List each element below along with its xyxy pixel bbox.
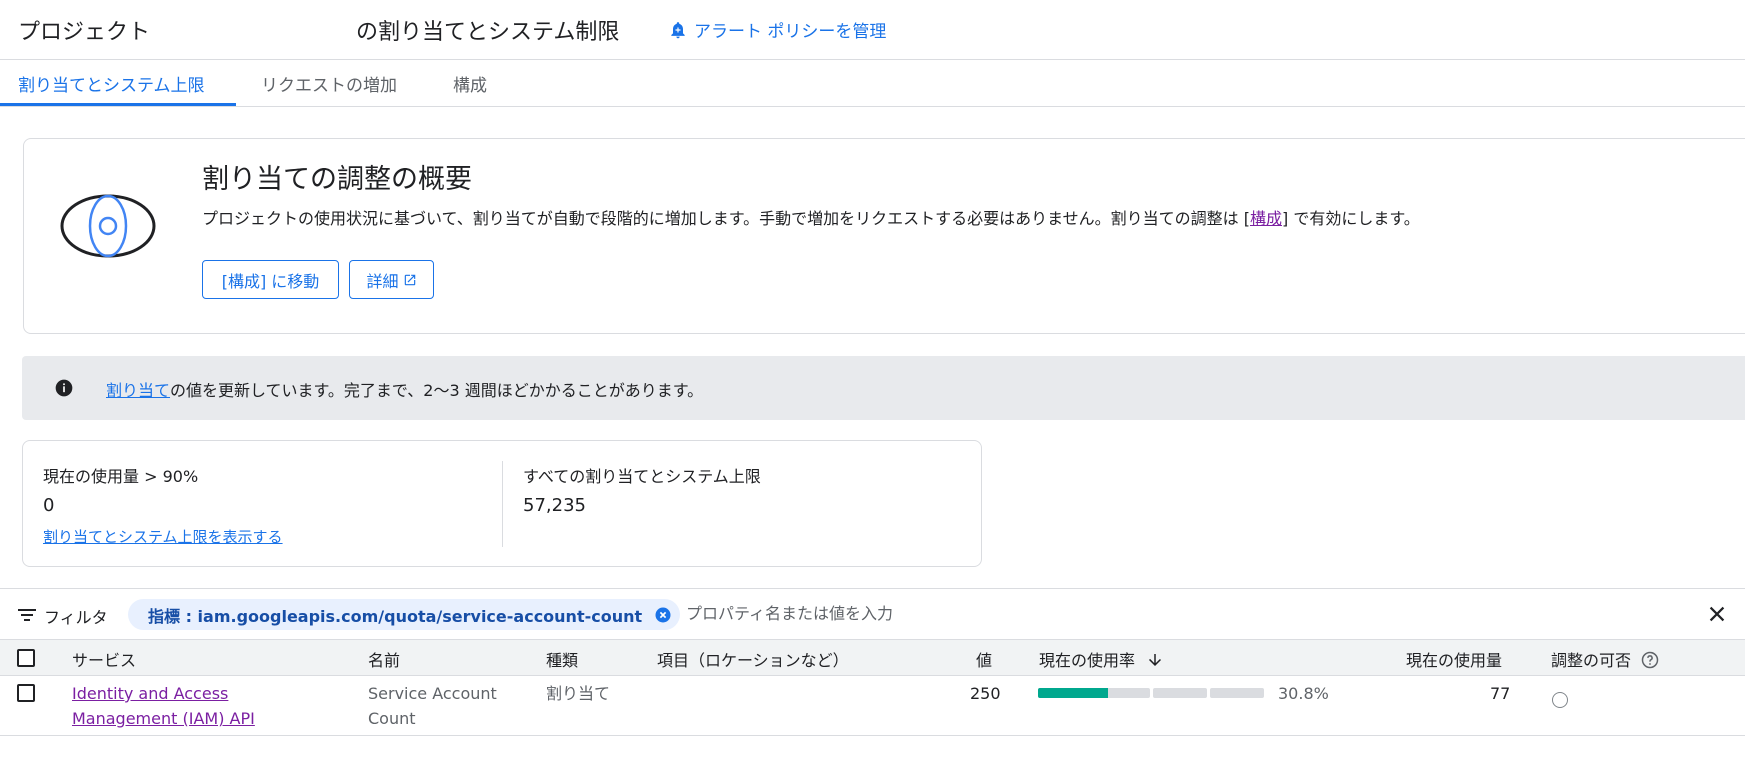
page-title: の割り当てとシステム制限 xyxy=(356,20,620,45)
sort-descending-icon[interactable] xyxy=(1146,651,1164,669)
info-banner-text: の値を更新しています。完了まで、2〜3 週間ほどかかることがあります。 xyxy=(170,381,704,400)
quota-name-line2: Count xyxy=(368,709,416,728)
current-usage-value: 77 xyxy=(1490,684,1511,703)
column-header-adjustable-label: 調整の可否 xyxy=(1551,651,1632,670)
column-header-adjustable[interactable]: 調整の可否 xyxy=(1551,647,1660,671)
overview-description-text-end: ] で有効にします。 xyxy=(1282,209,1420,228)
alert-link-label: アラート ポリシーを管理 xyxy=(694,22,887,42)
table-row: Identity and Access Management (IAM) API… xyxy=(0,676,1745,736)
column-header-current-usage-percent-label: 現在の使用率 xyxy=(1039,651,1136,670)
service-link[interactable]: Identity and Access Management (IAM) API xyxy=(72,681,255,731)
configuration-inline-link[interactable]: 構成 xyxy=(1250,209,1282,228)
close-icon[interactable] xyxy=(1706,603,1728,625)
active-tab-indicator xyxy=(0,103,236,106)
filter-chip-metric[interactable]: 指標 : iam.googleapis.com/quota/service-ac… xyxy=(128,599,681,630)
usage-bar-segment xyxy=(1209,688,1264,698)
quota-adjuster-illustration-icon xyxy=(60,194,156,258)
column-header-value[interactable]: 値 xyxy=(976,647,992,671)
filter-bar: フィルタ 指標 : iam.googleapis.com/quota/servi… xyxy=(0,588,1745,640)
quota-adjuster-overview-card: 割り当ての調整の概要 プロジェクトの使用状況に基づいて、割り当てが自動で段階的に… xyxy=(23,138,1745,334)
row-checkbox[interactable] xyxy=(17,684,35,702)
stats-divider xyxy=(502,461,503,547)
total-quotas-label: すべての割り当てとシステム上限 xyxy=(523,467,761,486)
tab-configuration[interactable]: 構成 xyxy=(453,60,487,107)
total-quotas-value: 57,235 xyxy=(523,495,586,516)
go-to-configuration-label: [構成] に移動 xyxy=(221,271,320,291)
quota-type: 割り当て xyxy=(546,684,611,703)
info-icon xyxy=(55,379,73,397)
quota-inline-link[interactable]: 割り当て xyxy=(106,381,170,400)
usage-over-90-label: 現在の使用量 > 90% xyxy=(43,467,199,486)
column-header-name[interactable]: 名前 xyxy=(368,647,400,671)
overview-title: 割り当ての調整の概要 xyxy=(202,164,472,195)
select-all-checkbox[interactable] xyxy=(17,649,35,667)
tab-increase-requests[interactable]: リクエストの増加 xyxy=(261,60,397,107)
column-header-dimensions[interactable]: 項目（ロケーションなど） xyxy=(657,647,849,671)
adjustable-indicator xyxy=(1552,692,1568,708)
filter-label: フィルタ xyxy=(44,608,108,627)
usage-over-90-value: 0 xyxy=(43,495,55,516)
tab-quotas[interactable]: 割り当てとシステム上限 xyxy=(18,60,205,107)
column-header-service[interactable]: サービス xyxy=(72,647,136,671)
usage-progress-fill xyxy=(1038,688,1108,698)
bell-plus-icon xyxy=(671,21,685,38)
details-button[interactable]: 詳細 xyxy=(349,260,434,299)
quota-value: 250 xyxy=(970,684,1001,703)
usage-percent: 30.8% xyxy=(1278,684,1329,703)
help-icon[interactable] xyxy=(1640,650,1660,670)
chip-remove-icon[interactable] xyxy=(654,606,672,624)
info-banner: 割り当ての値を更新しています。完了まで、2〜3 週間ほどかかることがあります。 xyxy=(22,356,1745,420)
filter-chip-label: 指標 : iam.googleapis.com/quota/service-ac… xyxy=(148,606,643,626)
table-header: サービス 名前 種類 項目（ロケーションなど） 値 現在の使用率 現在の使用量 … xyxy=(0,640,1745,676)
open-in-new-icon xyxy=(404,274,415,285)
usage-bar-segment xyxy=(1152,688,1207,698)
column-header-type[interactable]: 種類 xyxy=(546,647,578,671)
usage-summary-card: 現在の使用量 > 90% 0 割り当てとシステム上限を表示する すべての割り当て… xyxy=(22,440,982,567)
usage-progress-bar xyxy=(1038,688,1264,698)
details-label: 詳細 xyxy=(366,271,399,291)
filter-input[interactable] xyxy=(686,604,1186,623)
quota-name: Service Account Count xyxy=(368,681,497,731)
tab-bar: 割り当てとシステム上限 リクエストの増加 構成 xyxy=(0,60,1745,107)
info-banner-message: 割り当ての値を更新しています。完了まで、2〜3 週間ほどかかることがあります。 xyxy=(106,377,703,401)
quota-name-line1: Service Account xyxy=(368,684,497,703)
go-to-configuration-button[interactable]: [構成] に移動 xyxy=(202,260,339,299)
manage-alert-policies-link[interactable]: アラート ポリシーを管理 xyxy=(668,17,886,42)
project-name: プロジェクト xyxy=(18,20,151,45)
column-header-current-usage[interactable]: 現在の使用量 xyxy=(1406,647,1502,671)
column-header-current-usage-percent[interactable]: 現在の使用率 xyxy=(1039,647,1164,671)
service-name-line2: Management (IAM) API xyxy=(72,709,255,728)
filter-icon[interactable] xyxy=(18,607,36,623)
overview-description: プロジェクトの使用状況に基づいて、割り当てが自動で段階的に増加します。手動で増加… xyxy=(202,205,1420,229)
top-bar: プロジェクト の割り当てとシステム制限 アラート ポリシーを管理 xyxy=(0,0,1745,60)
view-quotas-link[interactable]: 割り当てとシステム上限を表示する xyxy=(43,526,283,547)
overview-description-text: プロジェクトの使用状況に基づいて、割り当てが自動で段階的に増加します。手動で増加… xyxy=(202,209,1250,228)
service-name-line1: Identity and Access xyxy=(72,684,229,703)
